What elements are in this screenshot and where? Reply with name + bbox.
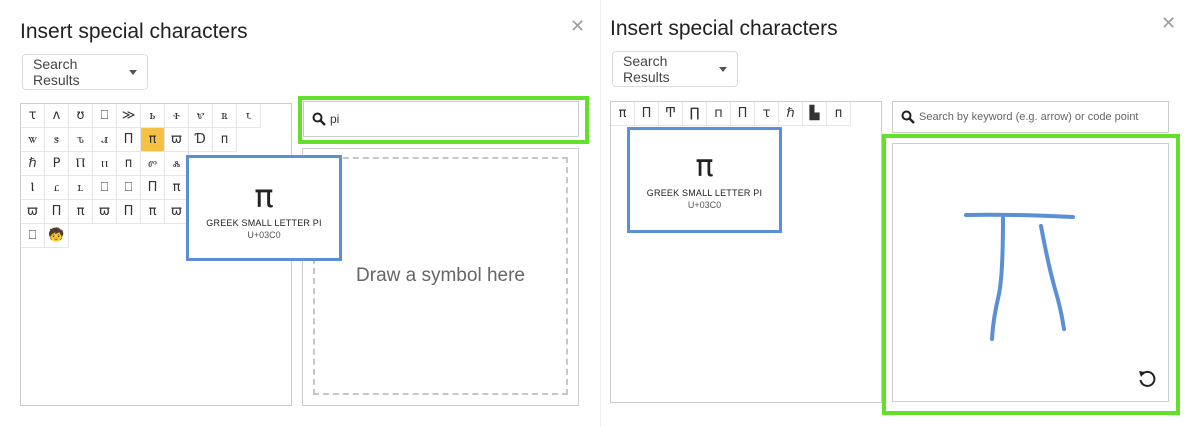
character-cell[interactable]: Π (45, 200, 69, 224)
search-input[interactable]: Search by keyword (e.g. arrow) or code p… (892, 101, 1169, 133)
character-cell[interactable]: ꮢ (213, 104, 237, 128)
drawing-area[interactable] (892, 143, 1169, 402)
character-cell[interactable]: Ͳ (659, 102, 683, 126)
preview-code: U+03C0 (687, 200, 722, 210)
chevron-down-icon (719, 66, 727, 72)
character-cell[interactable]: ꮟ (141, 104, 165, 128)
dialog-title: Insert special characters (20, 20, 248, 43)
character-cell[interactable]: π (611, 102, 635, 126)
character-cell[interactable]: Ɗ (189, 128, 213, 152)
character-cell[interactable]: ▙ (803, 102, 827, 126)
character-cell[interactable]: ꚍ (755, 102, 779, 126)
character-cell[interactable]: ꚍ (21, 104, 45, 128)
character-cell[interactable]: ϖ (93, 200, 117, 224)
character-cell[interactable]: ℏ (21, 152, 45, 176)
character-cell[interactable]: π (141, 200, 165, 224)
character-cell[interactable]: ⎕ (93, 104, 117, 128)
character-cell[interactable]: π (141, 128, 165, 152)
character-cell[interactable]: п (707, 102, 731, 126)
dropdown-label: Search Results (623, 53, 670, 85)
character-cell[interactable]: Ⲡ (69, 152, 93, 176)
character-cell[interactable]: ⎕ (93, 176, 117, 200)
search-input[interactable]: pi (303, 101, 579, 137)
drawing-hint-box: Draw a symbol here (313, 157, 568, 395)
character-cell[interactable]: ϖ (21, 200, 45, 224)
preview-glyph: π (254, 177, 274, 215)
preview-code: U+03C0 (247, 230, 281, 240)
drawing-area[interactable]: Draw a symbol here (302, 148, 579, 406)
character-cell[interactable]: ꮧ (93, 128, 117, 152)
search-placeholder: Search by keyword (e.g. arrow) or code p… (919, 111, 1139, 123)
draw-hint: Draw a symbol here (356, 265, 525, 286)
character-cell[interactable]: ϖ (165, 128, 189, 152)
character-preview: π GREEK SMALL LETTER PI U+03C0 (627, 127, 782, 233)
character-cell[interactable]: ʌ (45, 104, 69, 128)
character-cell[interactable]: Π (117, 200, 141, 224)
character-cell[interactable]: ℏ (779, 102, 803, 126)
character-cell[interactable]: ᴨ (213, 128, 237, 152)
dialog-right: Insert special characters ✕ Search Resul… (600, 0, 1200, 427)
dialog-left: Insert special characters ✕ Search Resul… (0, 0, 600, 427)
dropdown-label: Search Results (33, 56, 80, 88)
search-icon (901, 110, 915, 124)
character-cell[interactable]: ᴨ (117, 152, 141, 176)
character-cell[interactable]: ꮫ (141, 152, 165, 176)
character-preview: π GREEK SMALL LETTER PI U+03C0 (186, 155, 342, 261)
character-cell[interactable]: Π (635, 102, 659, 126)
category-dropdown[interactable]: Search Results (612, 51, 738, 87)
character-cell[interactable]: ꮥ (45, 128, 69, 152)
character-cell[interactable]: ᴨ (827, 102, 851, 126)
character-cell[interactable]: Π (117, 128, 141, 152)
character-cell[interactable]: ʊ (69, 104, 93, 128)
preview-glyph: π (695, 149, 714, 184)
search-icon (312, 112, 326, 126)
character-cell[interactable]: Π (141, 176, 165, 200)
character-cell[interactable]: ⎕ (117, 176, 141, 200)
character-cell[interactable]: ≫ (117, 104, 141, 128)
character-cell[interactable]: ꓑ (45, 152, 69, 176)
character-cell[interactable]: ꮤ (21, 128, 45, 152)
refresh-icon[interactable] (1136, 368, 1158, 390)
character-cell[interactable]: ⎕ (21, 224, 45, 248)
character-cell[interactable]: Ⲓ (21, 176, 45, 200)
character-cell[interactable]: ꮦ (69, 128, 93, 152)
character-cell[interactable]: ∏ (683, 102, 707, 126)
character-cell[interactable]: ꮣ (237, 104, 261, 128)
category-dropdown[interactable]: Search Results (22, 54, 148, 90)
character-cell[interactable]: Π (731, 102, 755, 126)
character-cell[interactable]: ꮭ (45, 176, 69, 200)
close-icon[interactable]: ✕ (570, 17, 585, 35)
character-cell[interactable]: 🧒 (45, 224, 69, 248)
character-cell[interactable]: ꮮ (69, 176, 93, 200)
preview-name: GREEK SMALL LETTER PI (646, 188, 763, 198)
character-cell[interactable]: ꮡ (189, 104, 213, 128)
character-cell[interactable]: ⲡ (93, 152, 117, 176)
dialog-title: Insert special characters (610, 17, 838, 40)
drawn-pi-stroke (964, 212, 1075, 341)
close-icon[interactable]: ✕ (1161, 14, 1176, 32)
character-cell[interactable]: ꮠ (165, 104, 189, 128)
character-cell[interactable]: π (69, 200, 93, 224)
chevron-down-icon (129, 69, 137, 75)
search-value: pi (330, 112, 340, 126)
preview-name: GREEK SMALL LETTER PI (206, 218, 322, 228)
